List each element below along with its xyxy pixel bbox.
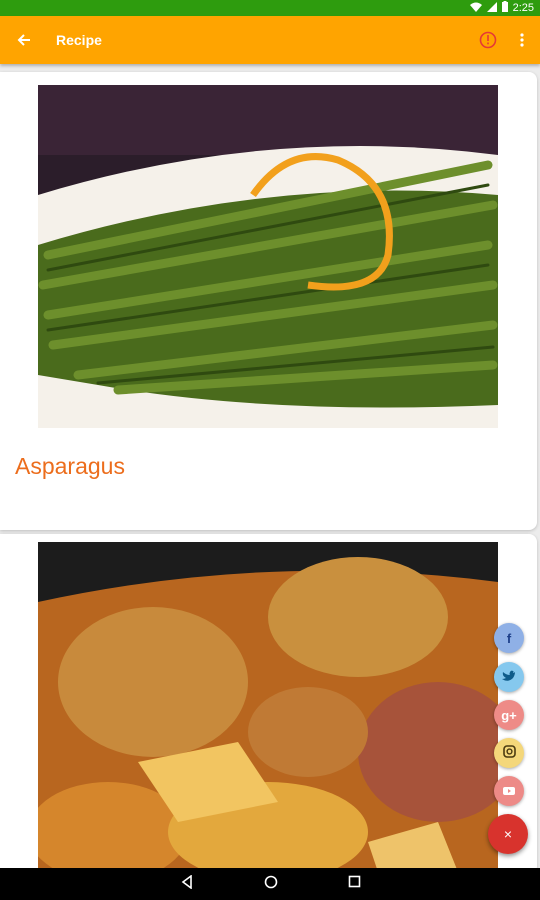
twitter-share-button[interactable] <box>494 662 524 692</box>
instagram-icon <box>502 745 516 761</box>
more-vert-icon[interactable] <box>504 16 540 64</box>
twitter-icon <box>502 670 516 685</box>
google-plus-icon: g+ <box>501 707 517 723</box>
youtube-icon <box>502 784 516 799</box>
page-title: Recipe <box>56 32 102 48</box>
home-circle-icon[interactable] <box>264 875 278 894</box>
google-plus-share-button[interactable]: g+ <box>494 700 524 730</box>
back-arrow-icon[interactable] <box>0 16 48 64</box>
signal-icon <box>486 1 497 15</box>
youtube-share-button[interactable] <box>494 776 524 806</box>
facebook-icon: f <box>506 630 512 646</box>
navigation-bar <box>0 868 540 900</box>
recipe-card-asparagus[interactable]: Asparagus <box>0 72 537 530</box>
close-share-fab[interactable]: × <box>488 814 528 854</box>
meatball-stew-photo <box>38 542 498 868</box>
instagram-share-button[interactable] <box>494 738 524 768</box>
wifi-icon <box>469 2 482 15</box>
recipe-list[interactable]: Asparagus <box>0 64 540 868</box>
close-icon: × <box>503 826 513 842</box>
info-icon[interactable] <box>472 16 504 64</box>
facebook-share-button[interactable]: f <box>494 623 524 653</box>
recipe-card-2[interactable] <box>0 534 537 868</box>
status-bar: 2:25 <box>0 0 540 16</box>
recipe-title: Asparagus <box>15 453 125 479</box>
recents-square-icon[interactable] <box>348 875 361 893</box>
app-bar: Recipe <box>0 16 540 64</box>
back-triangle-icon[interactable] <box>180 873 194 894</box>
status-time: 2:25 <box>512 2 534 14</box>
battery-icon <box>501 1 508 15</box>
asparagus-photo <box>38 85 498 428</box>
